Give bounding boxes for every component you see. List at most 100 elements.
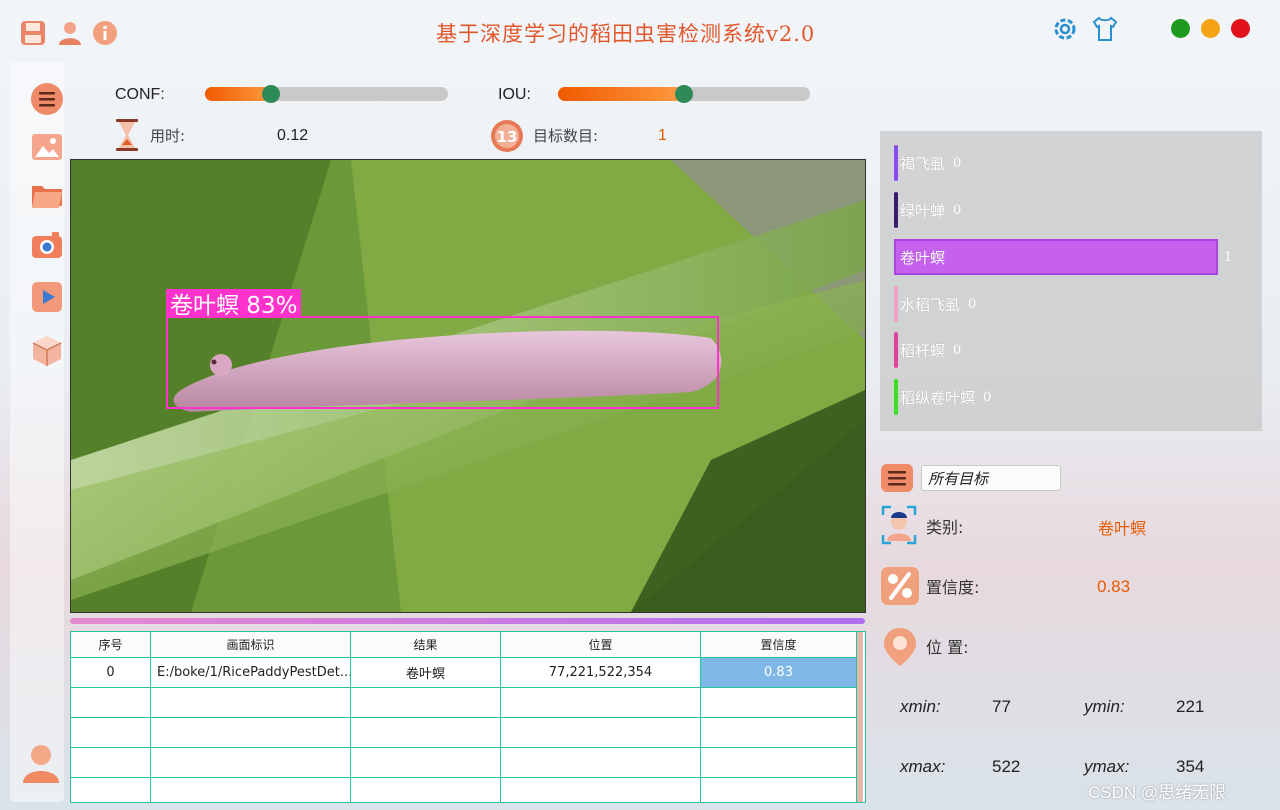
close-button[interactable] xyxy=(1231,19,1250,38)
detection-image: 卷叶螟 83% xyxy=(70,159,866,613)
empty-cell[interactable] xyxy=(501,778,701,802)
header-confidence[interactable]: 置信度 xyxy=(701,632,857,657)
table-scrollbar[interactable] xyxy=(857,632,863,802)
cell-result[interactable]: 卷叶螟 xyxy=(351,658,501,687)
empty-cell[interactable] xyxy=(151,688,351,717)
target-select-value: 所有目标 xyxy=(928,469,989,488)
detection-label: 卷叶螟 83% xyxy=(166,289,302,319)
xmax-label: xmax: xyxy=(900,757,946,776)
detection-box xyxy=(166,316,719,409)
empty-cell[interactable] xyxy=(71,718,151,747)
stat-row: 稻杆螟 0 xyxy=(894,332,961,368)
header-source[interactable]: 画面标识 xyxy=(151,632,351,657)
empty-cell[interactable] xyxy=(351,688,501,717)
empty-cell[interactable] xyxy=(351,748,501,777)
stat-name: 褐飞虱 xyxy=(900,154,946,173)
header-position[interactable]: 位置 xyxy=(501,632,701,657)
folder-icon[interactable] xyxy=(28,176,66,214)
user-icon[interactable] xyxy=(55,18,85,48)
stat-count: 1 xyxy=(1224,249,1233,265)
target-select[interactable]: 所有目标 xyxy=(921,465,1061,491)
iou-slider-handle[interactable] xyxy=(675,85,693,103)
stat-row: 绿叶蝉 0 xyxy=(894,192,961,228)
table-row[interactable] xyxy=(71,778,857,802)
empty-cell[interactable] xyxy=(351,778,501,802)
empty-cell[interactable] xyxy=(71,688,151,717)
progress-bar xyxy=(70,618,865,624)
table-row[interactable]: 0 E:/boke/1/RicePaddyPestDet... 卷叶螟 77,2… xyxy=(71,658,857,688)
empty-cell[interactable] xyxy=(351,718,501,747)
user-icon[interactable] xyxy=(18,740,64,786)
count-value: 1 xyxy=(658,127,667,144)
info-icon[interactable] xyxy=(90,18,120,48)
stat-name: 稻杆螟 xyxy=(900,341,946,360)
empty-cell[interactable] xyxy=(701,778,857,802)
video-icon[interactable] xyxy=(28,278,66,316)
stat-count: 0 xyxy=(953,202,962,218)
menu-icon[interactable] xyxy=(28,80,66,118)
stat-bar xyxy=(894,379,898,415)
skin-icon[interactable] xyxy=(1090,14,1120,44)
class-value: 卷叶螟 xyxy=(1098,519,1147,538)
results-table[interactable]: 序号 画面标识 结果 位置 置信度 0 E:/boke/1/RicePaddyP… xyxy=(70,631,866,803)
xmin-value: 77 xyxy=(992,697,1011,716)
empty-cell[interactable] xyxy=(701,718,857,747)
cell-source[interactable]: E:/boke/1/RicePaddyPestDet... xyxy=(151,658,351,687)
model-icon[interactable] xyxy=(28,332,66,370)
conf-slider-handle[interactable] xyxy=(262,85,280,103)
svg-text:13: 13 xyxy=(497,128,518,146)
table-row[interactable] xyxy=(71,748,857,778)
class-label: 类别: xyxy=(926,518,964,537)
percent-icon xyxy=(880,566,920,610)
iou-slider-fill xyxy=(558,87,684,101)
maximize-button[interactable] xyxy=(1171,19,1190,38)
empty-cell[interactable] xyxy=(71,778,151,802)
iou-slider[interactable] xyxy=(558,85,810,103)
stat-count: 0 xyxy=(968,296,977,312)
app-title: 基于深度学习的稻田虫害检测系统v2.0 xyxy=(436,22,816,46)
stat-count: 0 xyxy=(953,155,962,171)
table-row[interactable] xyxy=(71,718,857,748)
stat-row: 褐飞虱 0 xyxy=(894,145,961,181)
class-stats-panel: 褐飞虱 0 绿叶蝉 0 卷叶螟 1 水稻飞虱 0 稻杆螟 0 稻纵卷叶螟 0 xyxy=(880,131,1262,431)
minimize-button[interactable] xyxy=(1201,19,1220,38)
table-header: 序号 画面标识 结果 位置 置信度 xyxy=(71,632,857,658)
empty-cell[interactable] xyxy=(151,748,351,777)
empty-cell[interactable] xyxy=(501,718,701,747)
cell-position[interactable]: 77,221,522,354 xyxy=(501,658,701,687)
save-icon[interactable] xyxy=(18,18,48,48)
confidence-label: 置信度: xyxy=(926,578,980,597)
iou-label: IOU: xyxy=(498,86,531,103)
table-row[interactable] xyxy=(71,688,857,718)
stat-bar xyxy=(894,286,898,322)
empty-cell[interactable] xyxy=(501,688,701,717)
empty-cell[interactable] xyxy=(701,748,857,777)
header-result[interactable]: 结果 xyxy=(351,632,501,657)
empty-cell[interactable] xyxy=(501,748,701,777)
position-label: 位 置: xyxy=(926,638,969,657)
empty-cell[interactable] xyxy=(701,688,857,717)
menu-icon[interactable] xyxy=(880,463,914,497)
image-icon[interactable] xyxy=(28,128,66,166)
stat-row: 稻纵卷叶螟 0 xyxy=(894,379,991,415)
stat-bar xyxy=(894,145,898,181)
empty-cell[interactable] xyxy=(71,748,151,777)
sidebar xyxy=(10,62,64,802)
location-icon xyxy=(882,626,918,672)
class-icon xyxy=(881,505,917,549)
confidence-value: 0.83 xyxy=(1097,577,1131,596)
stat-count: 0 xyxy=(983,389,992,405)
settings-icon[interactable] xyxy=(1050,14,1080,44)
xmin-label: xmin: xyxy=(900,697,941,716)
conf-slider[interactable] xyxy=(205,85,448,103)
header-index[interactable]: 序号 xyxy=(71,632,151,657)
cell-confidence[interactable]: 0.83 xyxy=(701,658,857,687)
empty-cell[interactable] xyxy=(151,718,351,747)
stat-count: 0 xyxy=(953,342,962,358)
camera-icon[interactable] xyxy=(28,226,66,264)
cell-index[interactable]: 0 xyxy=(71,658,151,687)
empty-cell[interactable] xyxy=(151,778,351,802)
stat-bar xyxy=(894,332,898,368)
stat-row: 卷叶螟 1 xyxy=(894,239,1232,275)
stat-name: 卷叶螟 xyxy=(900,248,946,267)
